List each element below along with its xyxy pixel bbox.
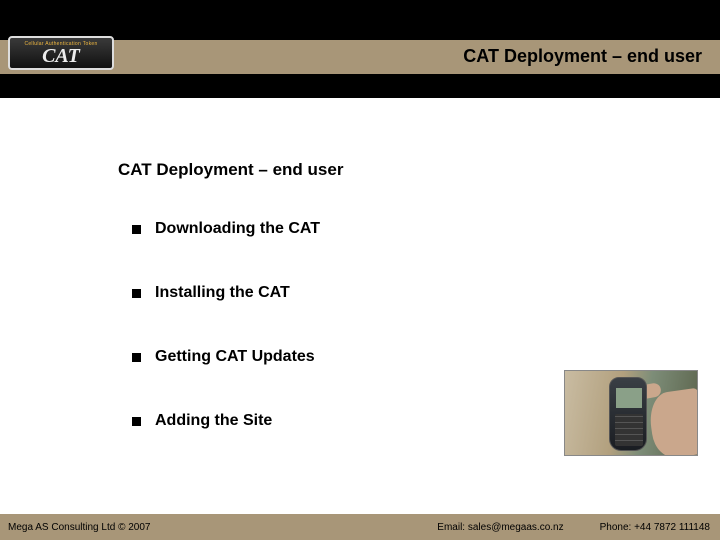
bullet-text: Adding the Site bbox=[155, 412, 272, 430]
logo-main: CAT bbox=[42, 47, 80, 65]
header-bottom-bar bbox=[0, 74, 720, 98]
bullet-text: Installing the CAT bbox=[155, 284, 290, 302]
cat-silhouette-icon bbox=[34, 2, 112, 38]
cat-logo: Cellular Authentication Token CAT bbox=[4, 0, 118, 74]
phone-photo bbox=[564, 370, 698, 456]
content-subtitle: CAT Deployment – end user bbox=[118, 160, 680, 180]
bullet-item: Getting CAT Updates bbox=[118, 348, 680, 366]
square-bullet-icon bbox=[132, 289, 141, 298]
square-bullet-icon bbox=[132, 225, 141, 234]
bullet-text: Downloading the CAT bbox=[155, 220, 320, 238]
slide-title: CAT Deployment – end user bbox=[463, 46, 702, 67]
footer-bar: Mega AS Consulting Ltd © 2007 Email: sal… bbox=[0, 514, 720, 540]
footer-copyright: Mega AS Consulting Ltd © 2007 bbox=[8, 522, 150, 533]
hand-illustration bbox=[647, 388, 698, 456]
bullet-item: Downloading the CAT bbox=[118, 220, 680, 238]
phone-body-illustration bbox=[609, 377, 647, 451]
footer-phone: Phone: +44 7872 111148 bbox=[600, 522, 712, 533]
cat-badge: Cellular Authentication Token CAT bbox=[8, 36, 114, 70]
square-bullet-icon bbox=[132, 417, 141, 426]
bullet-item: Installing the CAT bbox=[118, 284, 680, 302]
phone-screen-illustration bbox=[616, 388, 642, 408]
footer-email: Email: sales@megaas.co.nz bbox=[150, 522, 599, 533]
bullet-text: Getting CAT Updates bbox=[155, 348, 315, 366]
phone-keys-illustration bbox=[615, 414, 643, 446]
square-bullet-icon bbox=[132, 353, 141, 362]
